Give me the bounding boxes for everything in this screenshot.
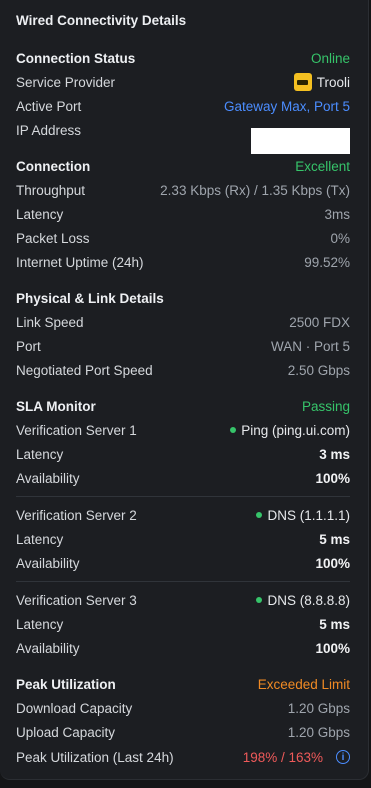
latency-value: 3ms — [324, 206, 350, 222]
connection-status-value: Online — [310, 50, 350, 66]
connection-row: Connection Excellent — [16, 156, 350, 176]
negotiated-speed-value: 2.50 Gbps — [287, 362, 350, 378]
verification-server-label: Verification Server 3 — [16, 592, 137, 608]
throughput-row: Throughput 2.33 Kbps (Rx) / 1.35 Kbps (T… — [16, 180, 350, 200]
server-availability-value: 100% — [315, 640, 350, 656]
connection-label: Connection — [16, 158, 91, 174]
upload-capacity-row: Upload Capacity 1.20 Gbps — [16, 722, 350, 742]
server-availability-value: 100% — [315, 555, 350, 571]
download-capacity-value: 1.20 Gbps — [287, 700, 350, 716]
active-port-link[interactable]: Gateway Max, Port 5 — [224, 99, 350, 114]
server-latency-label: Latency — [16, 446, 64, 462]
verification-server-target: Ping (ping.ui.com) — [241, 422, 350, 438]
server-latency-label: Latency — [16, 531, 64, 547]
throughput-value: 2.33 Kbps (Rx) / 1.35 Kbps (Tx) — [160, 182, 350, 198]
latency-row: Latency 3ms — [16, 204, 350, 224]
packet-loss-label: Packet Loss — [16, 230, 90, 246]
peak-utilization-24h-value: 198% / 163% i — [243, 750, 350, 765]
negotiated-speed-label: Negotiated Port Speed — [16, 362, 153, 378]
server-latency-row: Latency 3 ms — [16, 444, 350, 464]
connection-status-row: Connection Status Online — [16, 48, 350, 68]
server-availability-label: Availability — [16, 470, 80, 486]
service-provider-name: Trooli — [316, 74, 350, 90]
upload-capacity-label: Upload Capacity — [16, 724, 116, 740]
status-dot-icon — [256, 512, 263, 518]
peak-utilization-24h-row: Peak Utilization (Last 24h) 198% / 163% … — [16, 747, 350, 767]
server-latency-value: 5 ms — [319, 531, 350, 547]
verification-server-row: Verification Server 1 Ping (ping.ui.com) — [16, 420, 350, 440]
server-latency-row: Latency 5 ms — [16, 614, 350, 634]
peak-utilization-24h-text: 198% / 163% — [242, 749, 323, 765]
peak-utilization-24h-label: Peak Utilization (Last 24h) — [16, 749, 174, 765]
trooli-logo-icon — [293, 73, 312, 91]
sla-monitor-value: Passing — [301, 398, 350, 414]
sla-monitor-label: SLA Monitor — [16, 398, 96, 414]
server-latency-value: 5 ms — [319, 616, 350, 632]
download-capacity-label: Download Capacity — [16, 700, 133, 716]
port-value: WAN · Port 5 — [270, 338, 350, 354]
download-capacity-row: Download Capacity 1.20 Gbps — [16, 698, 350, 718]
peak-utilization-row: Peak Utilization Exceeded Limit — [16, 674, 350, 694]
ip-address-redacted — [251, 128, 350, 154]
active-port-row: Active Port Gateway Max, Port 5 — [16, 96, 350, 116]
ip-address-label: IP Address — [16, 122, 82, 138]
connection-status-label: Connection Status — [16, 50, 136, 66]
wired-connectivity-panel: Wired Connectivity Details Connection St… — [0, 0, 369, 780]
server-latency-row: Latency 5 ms — [16, 529, 350, 549]
link-speed-label: Link Speed — [16, 314, 84, 330]
connection-quality-value: Excellent — [295, 158, 350, 174]
packet-loss-row: Packet Loss 0% — [16, 228, 350, 248]
server-availability-value: 100% — [315, 470, 350, 486]
service-provider-row: Service Provider Trooli — [16, 72, 350, 92]
sla-monitor-row: SLA Monitor Passing — [16, 396, 350, 416]
latency-label: Latency — [16, 206, 64, 222]
panel-title: Wired Connectivity Details — [16, 13, 187, 28]
physical-label: Physical & Link Details — [16, 290, 164, 306]
server-availability-row: Availability 100% — [16, 553, 350, 573]
verification-server-value: DNS (1.1.1.1) — [256, 508, 350, 523]
active-port-label: Active Port — [16, 98, 82, 114]
peak-utilization-status: Exceeded Limit — [257, 676, 350, 692]
uptime-label: Internet Uptime (24h) — [16, 254, 144, 270]
link-speed-value: 2500 FDX — [289, 314, 350, 330]
uptime-row: Internet Uptime (24h) 99.52% — [16, 252, 350, 272]
server-latency-value: 3 ms — [319, 446, 350, 462]
uptime-value: 99.52% — [304, 254, 350, 270]
ip-address-row: IP Address — [16, 120, 350, 154]
info-icon[interactable]: i — [336, 750, 350, 764]
verification-server-value: DNS (8.8.8.8) — [256, 593, 350, 608]
server-availability-row: Availability 100% — [16, 468, 350, 488]
verification-server-row: Verification Server 2 DNS (1.1.1.1) — [16, 505, 350, 525]
port-row: Port WAN · Port 5 — [16, 336, 350, 356]
server-availability-row: Availability 100% — [16, 638, 350, 658]
verification-server-target: DNS (8.8.8.8) — [267, 592, 350, 608]
upload-capacity-value: 1.20 Gbps — [287, 724, 350, 740]
server-availability-label: Availability — [16, 640, 80, 656]
throughput-label: Throughput — [16, 182, 86, 198]
verification-server-label: Verification Server 1 — [16, 422, 137, 438]
packet-loss-value: 0% — [330, 230, 350, 246]
service-provider-value: Trooli — [293, 73, 350, 91]
link-speed-row: Link Speed 2500 FDX — [16, 312, 350, 332]
peak-utilization-label: Peak Utilization — [16, 676, 116, 692]
negotiated-speed-row: Negotiated Port Speed 2.50 Gbps — [16, 360, 350, 380]
port-label: Port — [16, 338, 41, 354]
verification-server-target: DNS (1.1.1.1) — [267, 507, 350, 523]
divider — [16, 581, 350, 582]
verification-server-label: Verification Server 2 — [16, 507, 137, 523]
verification-server-row: Verification Server 3 DNS (8.8.8.8) — [16, 590, 350, 610]
divider — [16, 496, 350, 497]
verification-server-value: Ping (ping.ui.com) — [230, 423, 350, 438]
status-dot-icon — [230, 427, 237, 433]
server-latency-label: Latency — [16, 616, 64, 632]
status-dot-icon — [256, 597, 263, 603]
service-provider-label: Service Provider — [16, 74, 116, 90]
physical-row: Physical & Link Details — [16, 288, 350, 308]
server-availability-label: Availability — [16, 555, 80, 571]
